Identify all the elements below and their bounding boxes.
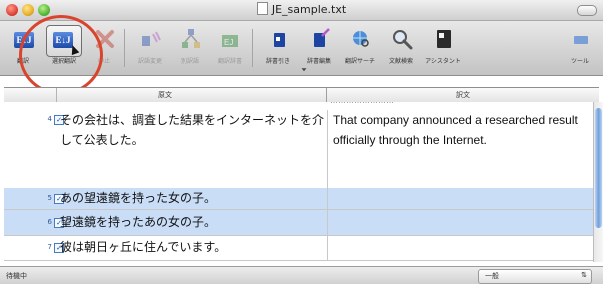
dictionary-icon: EJ [222,35,238,47]
status-bar: 待機中 一般 ⇅ [0,266,603,284]
toolbar-stop-label: 中止 [97,58,110,65]
stop-icon [96,30,114,48]
toolbar: E↓J 翻訳 E↓J 選択翻訳 中止 訳語変更 別訳語 EJ 翻訳辞書 辞書引き… [0,21,603,76]
toolbar-literature-search-button[interactable]: 文献検索 [381,23,421,71]
select-arrows-icon: ⇅ [581,271,587,279]
dictionary-edit-icon [314,28,330,47]
table-row-4[interactable]: 4 ✓ その会社は、調査した結果をインターネットを介して公表した。 That c… [4,110,593,189]
target-cell[interactable] [327,236,593,260]
toolbar-stop-button[interactable]: 中止 [84,23,124,71]
toolbar-translation-search-button[interactable]: 翻訳サーチ [340,23,380,71]
target-cell[interactable] [327,188,593,209]
table-row-6[interactable]: 6 ✓ 望遠鏡を持ったあの女の子。 [4,210,593,236]
table-row-7[interactable]: 7 ✓ 彼は朝日ヶ丘に住んでいます。 [4,236,593,261]
window-title-wrap: JE_sample.txt [0,2,603,16]
ej-translate-icon: E↓J [14,32,34,48]
table-header: 原文 訳文 [4,87,599,103]
toolbar-toggle-button[interactable] [577,5,597,16]
document-icon [256,2,268,15]
toolbar-dictionary-edit-button[interactable]: 辞書編集 [299,23,339,71]
source-cell[interactable]: 彼は朝日ヶ丘に住んでいます。 [60,237,325,257]
app-window: JE_sample.txt E↓J 翻訳 E↓J 選択翻訳 中止 訳語変更 別訳… [0,0,603,284]
source-cell[interactable]: その会社は、調査した結果をインターネットを介して公表した。 [60,110,325,150]
toolbar-dictionary-lookup-button[interactable]: 辞書引き [258,23,298,71]
row-number: 4 [47,115,52,123]
row-number: 7 [47,243,52,251]
translation-table: …………………… 4 ✓ その会社は、調査した結果をインターネットを介して公表し… [4,102,593,262]
assistant-icon [437,30,451,48]
source-cell[interactable]: 望遠鏡を持ったあの女の子。 [60,212,325,232]
toolbar-translate-button[interactable]: E↓J 翻訳 [3,23,43,71]
target-cell[interactable]: That company announced a researched resu… [327,110,593,188]
target-column-header[interactable]: 訳文 [327,88,599,102]
dictionary-lookup-icon [274,33,285,47]
toolbar-assistant-button[interactable]: アシスタント [423,23,463,71]
toolbar-overflow-icon[interactable] [301,67,307,73]
toolbar-tool-button[interactable]: ツール [560,23,600,71]
alternate-icon [182,29,200,48]
magnifier-icon [393,30,413,50]
status-text: 待機中 [6,272,27,280]
mode-select[interactable]: 一般 ⇅ [478,269,592,284]
toolbar-dictionary-label: 翻訳辞書 [217,58,242,65]
source-cell[interactable]: あの望遠鏡を持った女の子。 [60,188,325,208]
synonym-icon [142,31,161,46]
title-bar: JE_sample.txt [0,0,603,21]
table-row-5[interactable]: 5 ✓ あの望遠鏡を持った女の子。 [4,188,593,210]
svg-text:EJ: EJ [224,38,233,47]
row-number: 6 [47,218,52,226]
toolbar-assistant-label: アシスタント [425,58,461,65]
scrollbar-thumb[interactable] [595,108,602,228]
source-column-header[interactable]: 原文 [4,88,327,102]
target-cell[interactable] [327,210,593,235]
row-number: 5 [47,194,52,202]
toolbar-tool-label: ツール [570,58,589,65]
globe-search-icon [353,31,369,47]
tool-icon [574,36,588,44]
vertical-scrollbar[interactable] [593,102,603,262]
mode-select-value: 一般 [485,272,499,280]
window-title: JE_sample.txt [271,3,347,16]
toolbar-dictionary-button[interactable]: EJ 翻訳辞書 [210,23,250,71]
partial-row-text: …………………… [330,102,394,105]
